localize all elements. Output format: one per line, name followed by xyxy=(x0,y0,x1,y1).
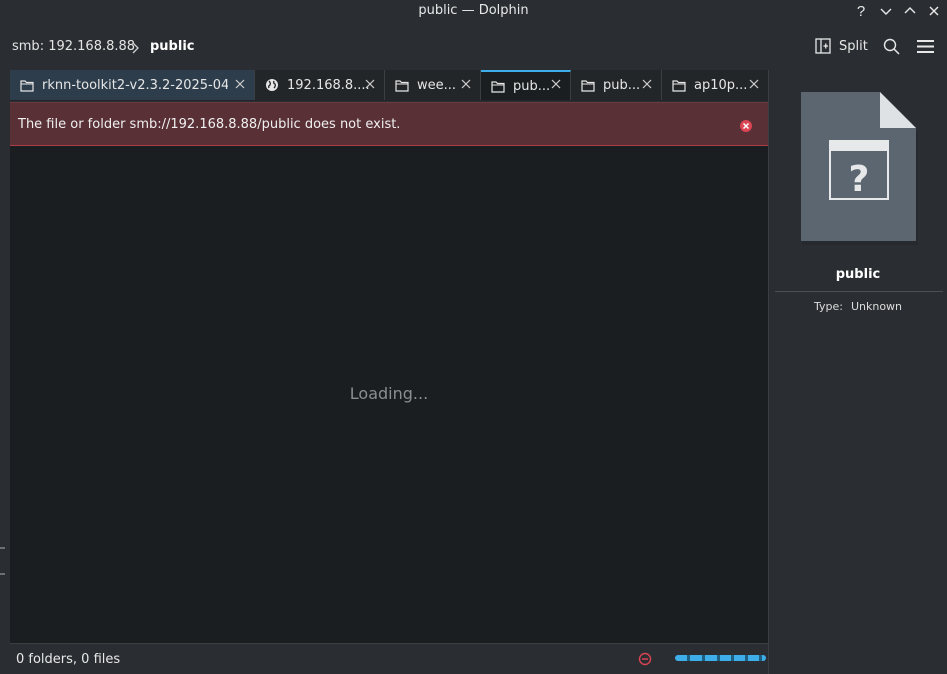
information-panel: ? public Type: Unknown xyxy=(769,70,947,674)
close-tab-icon[interactable] xyxy=(550,78,562,90)
split-label: Split xyxy=(839,38,868,54)
dismiss-error-icon[interactable] xyxy=(739,118,753,132)
close-tab-icon[interactable] xyxy=(641,78,653,90)
tab-label: rknn-toolkit2-v2.3.2-2025-04-... xyxy=(42,77,228,93)
svg-text:?: ? xyxy=(857,3,865,19)
close-tab-icon[interactable] xyxy=(748,78,760,90)
folder-icon xyxy=(491,79,505,93)
main-toolbar: smb: 192.168.8.88 public Split xyxy=(0,24,947,70)
resize-grip[interactable] xyxy=(0,547,5,549)
tab-label: 192.168.8.... xyxy=(287,77,370,93)
tab-ap10p[interactable]: ap10p... xyxy=(662,70,768,100)
zoom-out-icon[interactable] xyxy=(638,651,652,666)
search-button[interactable] xyxy=(883,38,900,55)
help-icon[interactable]: ? xyxy=(852,2,870,20)
tab-label: pub... xyxy=(603,77,641,93)
minimize-icon[interactable] xyxy=(877,2,895,20)
split-button[interactable]: Split xyxy=(815,38,868,54)
info-file-name: public xyxy=(835,267,881,282)
tab-192-168-8[interactable]: 192.168.8.... xyxy=(255,70,385,100)
zoom-slider[interactable] xyxy=(675,655,766,661)
loading-text: Loading... xyxy=(349,384,429,403)
title-bar: public — Dolphin ? xyxy=(0,0,947,24)
tab-public[interactable]: pub... xyxy=(571,70,662,100)
folder-icon xyxy=(20,78,34,92)
search-icon xyxy=(883,38,900,55)
tab-label: ap10p... xyxy=(694,77,748,93)
tab-rknn-toolkit2[interactable]: rknn-toolkit2-v2.3.2-2025-04-... xyxy=(10,70,255,100)
folder-icon xyxy=(672,78,686,92)
error-message-text: The file or folder smb://192.168.8.88/pu… xyxy=(18,117,401,132)
resize-grip[interactable] xyxy=(0,573,5,575)
menu-button[interactable] xyxy=(917,39,934,54)
close-tab-icon[interactable] xyxy=(364,78,376,90)
window-title: public — Dolphin xyxy=(418,3,529,18)
info-separator xyxy=(775,291,943,292)
maximize-icon[interactable] xyxy=(901,2,919,20)
close-icon[interactable] xyxy=(925,2,943,20)
chevron-right-icon xyxy=(130,40,140,54)
error-message-banner: The file or folder smb://192.168.8.88/pu… xyxy=(10,102,768,146)
unknown-file-icon: ? xyxy=(800,91,918,246)
globe-icon xyxy=(265,78,279,92)
info-type-label: Type: xyxy=(813,300,843,313)
svg-text:?: ? xyxy=(849,159,870,200)
tab-label: pub... xyxy=(513,78,551,94)
split-icon xyxy=(815,38,831,54)
file-view[interactable]: Loading... xyxy=(10,146,768,643)
folder-icon xyxy=(395,78,409,92)
folder-icon xyxy=(581,78,595,92)
status-bar: 0 folders, 0 files xyxy=(10,643,768,674)
tab-bar: rknn-toolkit2-v2.3.2-2025-04-... 192.168… xyxy=(10,70,768,101)
menu-icon xyxy=(917,39,934,54)
close-tab-icon[interactable] xyxy=(460,78,472,90)
status-summary: 0 folders, 0 files xyxy=(16,652,121,667)
info-type-row: Type: Unknown xyxy=(769,300,947,313)
breadcrumb-current[interactable]: public xyxy=(150,39,194,54)
tab-public-active[interactable]: pub... xyxy=(481,70,571,100)
tab-wee[interactable]: wee... xyxy=(385,70,481,100)
close-tab-icon[interactable] xyxy=(234,78,246,90)
info-type-value: Unknown xyxy=(850,300,903,313)
breadcrumb-host[interactable]: smb: 192.168.8.88 xyxy=(12,39,135,54)
places-panel-edge xyxy=(0,70,10,674)
tab-label: wee... xyxy=(417,77,457,93)
